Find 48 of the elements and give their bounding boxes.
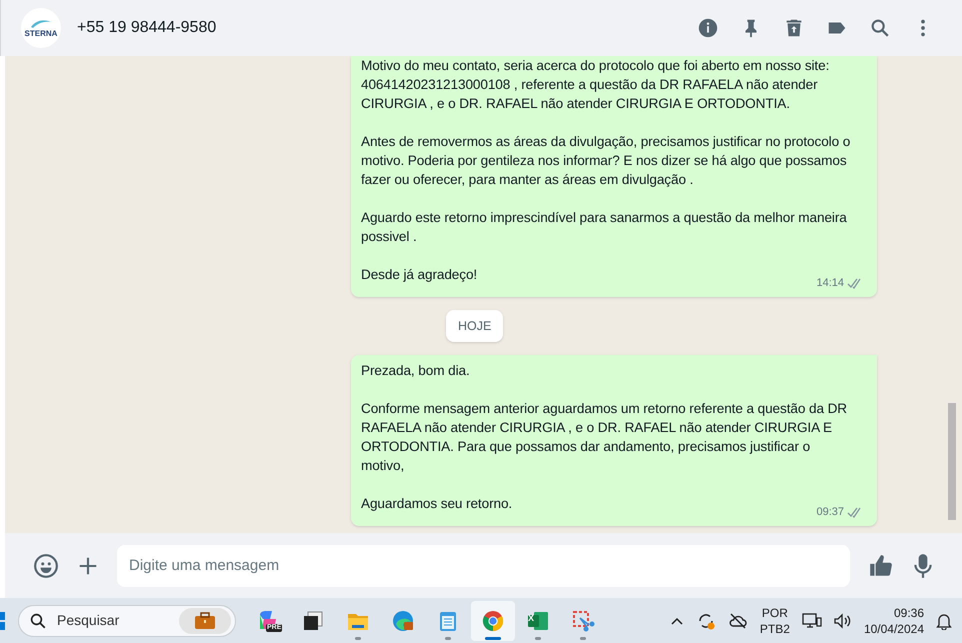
taskbar-app[interactable]: X — [516, 600, 560, 640]
double-check-icon — [847, 507, 863, 518]
scissors-icon — [571, 608, 595, 632]
message-text: Motivo do meu contato, seria acerca do protocolo que foi aberto em nosso site: 40641420231213000108 , referente a questão da DR RAFAELA não atender CIRURGIA , e o DR. RAFAEL não atender CIRURGIA E ORTODONTIA. — [361, 57, 830, 113]
thumbs-up-icon[interactable] — [868, 552, 894, 578]
chrome-icon — [481, 608, 505, 632]
network-icon[interactable] — [802, 612, 822, 630]
date-chip: HOJE — [446, 310, 504, 342]
message-text: Conforme mensagem anterior aguardamos um retorno referente a questão da DR RAFAELA não atender CIRURGIA , e o DR. RAFAEL não atender CIRURGIA E ORTODONTIA. Para que possamos dar andamento, precisamos justificar o motivo, — [361, 400, 848, 476]
clock-time[interactable]: 09:36 — [894, 604, 924, 620]
message-text: Desde já agradeço! — [361, 266, 478, 284]
scrollbar-thumb[interactable] — [948, 403, 956, 520]
message-text: Antes de removermos as áreas da divulgação, precisamos justificar no protocolo o motivo. Poderia por gentileza nos informar? E nos dizer se há algo que possamos fazer ou oferecer, para manter as áreas em divulgação . — [361, 133, 852, 189]
running-indicator — [485, 636, 501, 640]
running-indicator — [580, 636, 586, 640]
contact-name[interactable]: +55 19 98444-9580 — [77, 16, 216, 40]
chevron-up-icon[interactable] — [670, 616, 684, 626]
contact-avatar[interactable]: STERNA — [21, 8, 61, 48]
running-indicator — [535, 636, 541, 640]
clock-date[interactable]: 10/04/2024 — [864, 620, 924, 636]
message-text: Aguardo este retorno imprescindível para sanarmos a questão da melhor maneira possivel . — [361, 209, 848, 246]
double-check-icon — [847, 278, 863, 289]
cloud-off-icon[interactable] — [728, 612, 748, 628]
windows-icon[interactable] — [0, 612, 6, 630]
message-input[interactable]: Digite uma mensagem — [117, 544, 850, 586]
emoji-icon[interactable] — [33, 552, 59, 578]
volume-icon[interactable] — [834, 612, 852, 628]
keyboard-layout[interactable]: PTB2 — [760, 620, 790, 636]
wave-logo-icon — [29, 18, 53, 28]
app-label: X — [528, 614, 534, 622]
message-text: Aguardamos seu retorno. — [361, 495, 512, 514]
task-view-icon — [301, 608, 325, 632]
avatar-text: STERNA — [24, 28, 58, 38]
message-text: Prezada, bom dia. — [361, 362, 470, 380]
running-indicator — [445, 636, 451, 640]
language-indicator[interactable]: POR — [762, 604, 788, 620]
info-icon[interactable] — [697, 17, 719, 39]
taskbar-search[interactable]: Pesquisar — [18, 604, 236, 636]
briefcase-icon — [194, 612, 216, 630]
running-indicator — [355, 636, 361, 640]
search-icon[interactable] — [869, 17, 891, 39]
search-placeholder: Pesquisar — [57, 611, 120, 630]
browser-icon — [391, 608, 415, 632]
bell-icon[interactable] — [936, 612, 952, 630]
message-time: 09:37 — [816, 505, 844, 520]
message-time: 14:14 — [816, 276, 844, 291]
search-icon — [29, 612, 47, 630]
microphone-icon[interactable] — [912, 552, 934, 578]
